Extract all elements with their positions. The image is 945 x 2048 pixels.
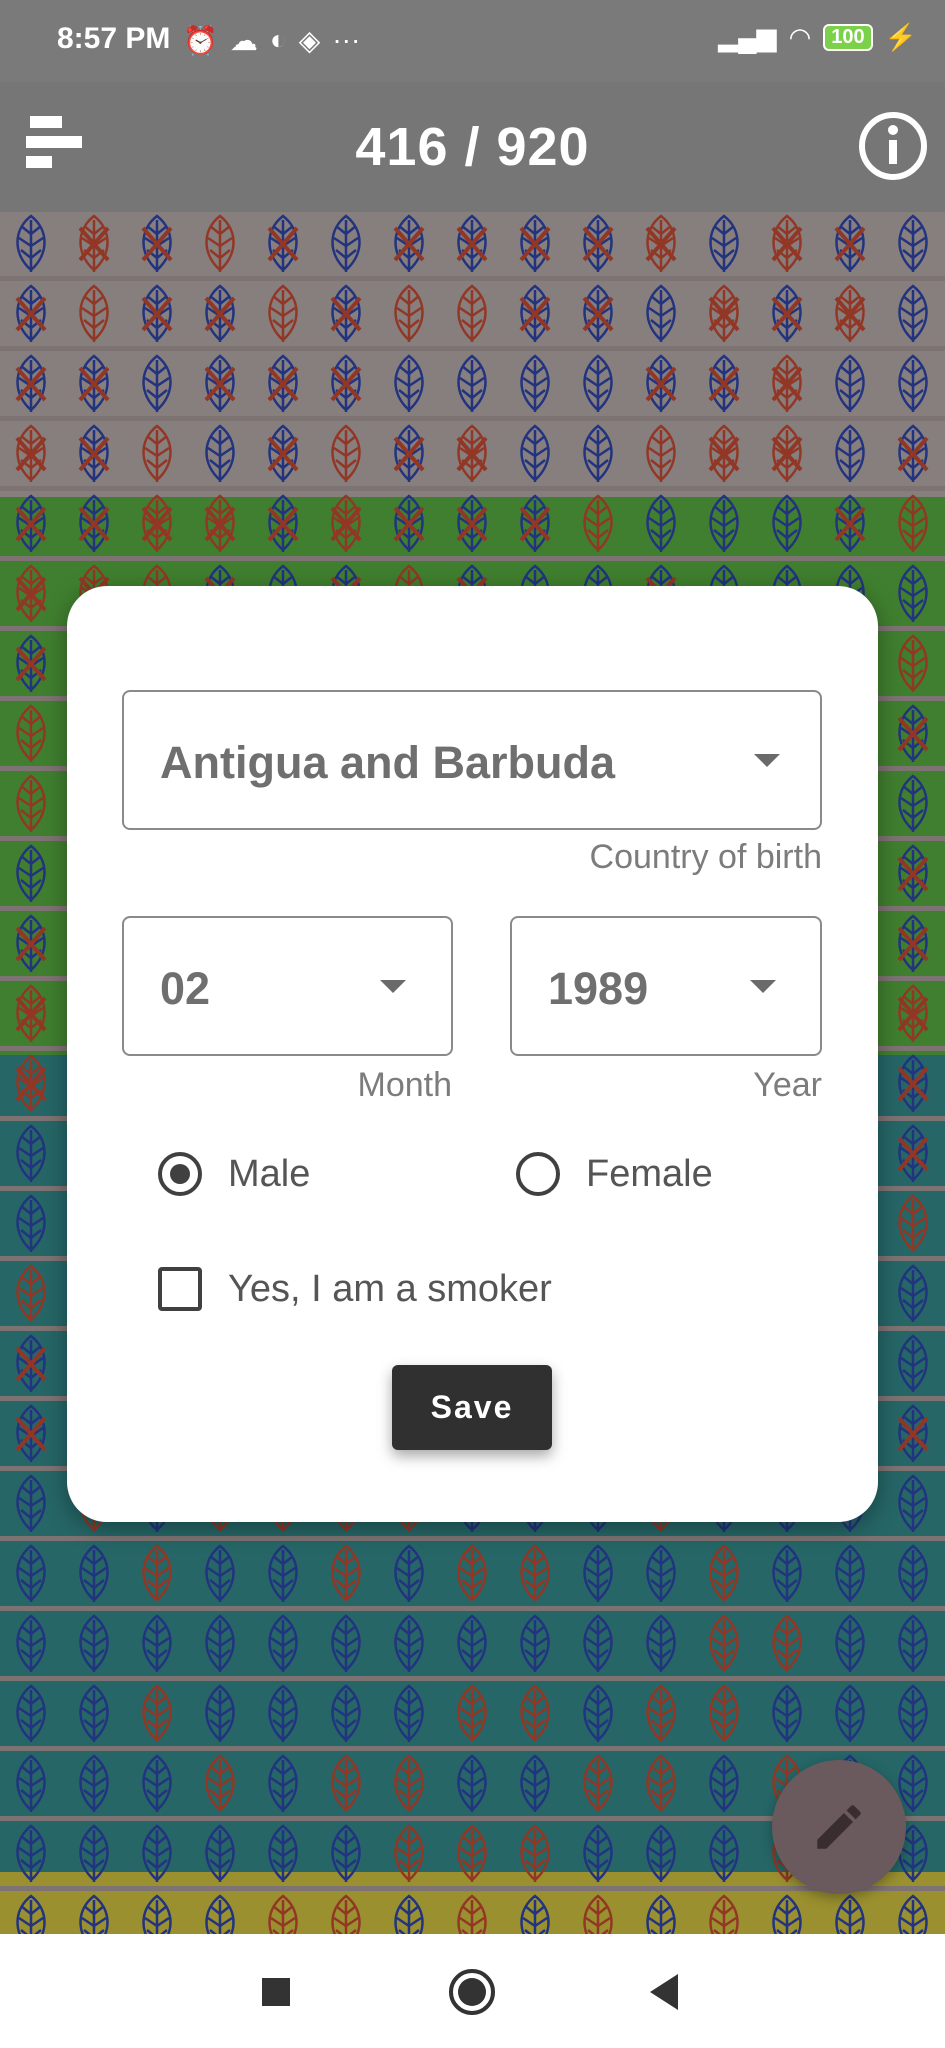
radio-male-label: Male	[228, 1152, 311, 1195]
chevron-down-icon	[754, 754, 780, 767]
edit-fab[interactable]	[772, 1760, 906, 1894]
battery-indicator: 100	[823, 24, 873, 51]
radio-female[interactable]: Female	[516, 1152, 713, 1196]
chevron-down-icon	[380, 980, 406, 993]
month-select[interactable]: 02	[122, 916, 453, 1056]
month-value: 02	[160, 963, 211, 1014]
app-bar: 416 / 920	[0, 82, 945, 212]
pencil-icon	[817, 1805, 861, 1849]
status-icons: ⏰ ☁ ◐ ◈ ···	[183, 24, 360, 57]
status-right: ▂▄▆ ◠ 100 ⚡	[718, 22, 917, 53]
charging-icon: ⚡	[884, 22, 917, 52]
signal-icon: ▂▄▆	[718, 22, 777, 52]
radio-female-label: Female	[586, 1152, 713, 1195]
radio-checked-icon	[158, 1152, 202, 1196]
chevron-down-icon	[750, 980, 776, 993]
smoker-checkbox[interactable]: Yes, I am a smoker	[158, 1267, 552, 1311]
smoker-label: Yes, I am a smoker	[228, 1267, 552, 1310]
year-value: 1989	[548, 963, 649, 1014]
cloud-icon: ☁	[229, 25, 258, 56]
radio-unchecked-icon	[516, 1152, 560, 1196]
checkbox-unchecked-icon	[158, 1267, 202, 1311]
info-icon[interactable]	[857, 110, 929, 182]
app-icon: ◐	[269, 24, 287, 55]
more-icon: ···	[332, 24, 361, 55]
circle-icon[interactable]	[446, 1966, 498, 2018]
month-label: Month	[357, 1066, 453, 1104]
status-time: 8:57 PM	[57, 22, 171, 55]
year-label: Year	[753, 1066, 822, 1104]
country-select[interactable]: Antigua and Barbuda	[122, 690, 822, 830]
status-bar: 8:57 PM ⏰ ☁ ◐ ◈ ··· ▂▄▆ ◠ 100 ⚡	[0, 0, 945, 82]
year-select[interactable]: 1989	[510, 916, 822, 1056]
country-label: Country of birth	[589, 838, 822, 876]
country-value: Antigua and Barbuda	[160, 737, 616, 788]
square-icon[interactable]	[250, 1966, 302, 2018]
profile-dialog: Antigua and Barbuda Country of birth 02 …	[67, 586, 878, 1522]
back-triangle-icon[interactable]	[640, 1966, 692, 2018]
layers-icon: ◈	[298, 25, 321, 56]
system-nav-bar	[0, 1934, 945, 2048]
wifi-icon: ◠	[788, 22, 812, 52]
alarm-icon: ⏰	[183, 25, 218, 56]
progress-counter: 416 / 920	[355, 117, 590, 177]
save-button[interactable]: Save	[392, 1365, 552, 1450]
radio-male[interactable]: Male	[158, 1152, 310, 1196]
